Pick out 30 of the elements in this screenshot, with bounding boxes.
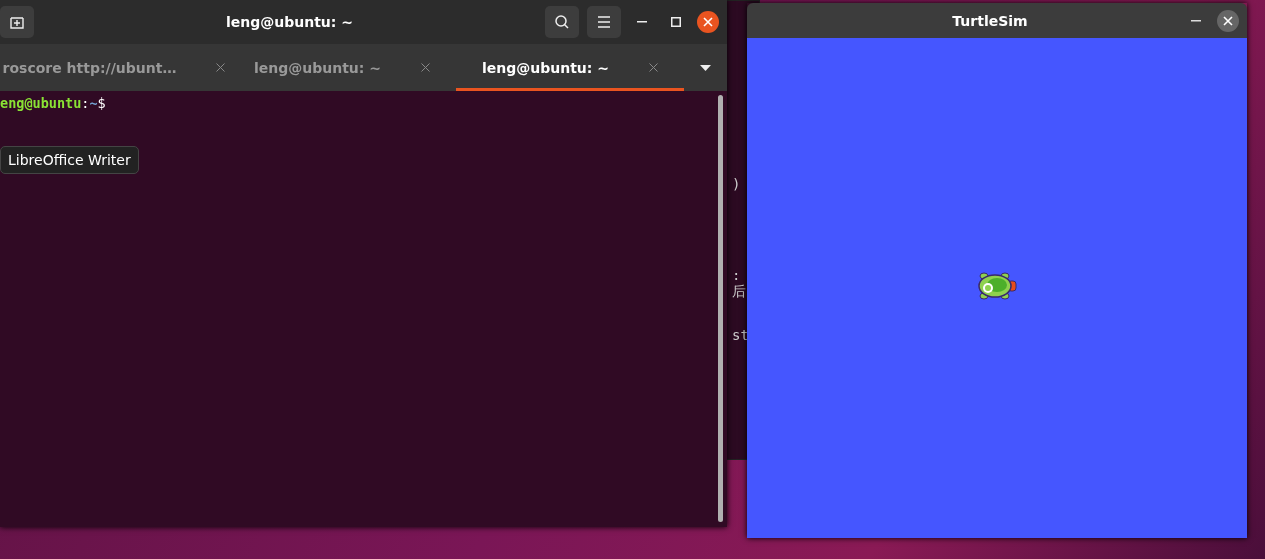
minimize-icon	[1191, 19, 1201, 22]
text-fragment: 后	[732, 283, 747, 301]
window-title: leng@ubuntu: ~	[224, 14, 355, 30]
tab[interactable]: leng@ubuntu: ~	[456, 44, 684, 91]
search-icon	[554, 14, 570, 30]
close-tab-icon[interactable]	[216, 63, 226, 72]
text-fragment: :	[732, 267, 742, 283]
close-icon	[703, 17, 713, 27]
close-button[interactable]	[1217, 9, 1239, 32]
new-tab-icon	[9, 14, 25, 30]
maximize-icon	[671, 17, 681, 27]
terminal-prompt: eng@ubuntu:~$	[0, 95, 106, 111]
close-tab-icon[interactable]	[649, 63, 659, 72]
tab-list-icon[interactable]	[700, 64, 711, 71]
new-tab-button[interactable]	[0, 6, 34, 38]
minimize-icon	[637, 21, 647, 23]
menu-icon	[597, 16, 611, 28]
window-title: TurtleSim	[951, 12, 1029, 29]
tooltip: LibreOffice Writer	[0, 146, 139, 174]
close-button[interactable]	[697, 11, 719, 33]
search-button[interactable]	[545, 6, 579, 38]
scrollbar[interactable]	[718, 95, 723, 522]
close-tab-icon[interactable]	[421, 63, 431, 72]
close-icon	[1223, 15, 1233, 26]
tab[interactable]: roscore http://ubunt…	[0, 44, 228, 91]
turtle-drawing	[975, 271, 1019, 301]
text-fragment: )	[732, 176, 742, 192]
tab[interactable]: leng@ubuntu: ~	[228, 44, 456, 91]
text-fragment: st	[732, 327, 750, 343]
menu-button[interactable]	[587, 6, 621, 38]
